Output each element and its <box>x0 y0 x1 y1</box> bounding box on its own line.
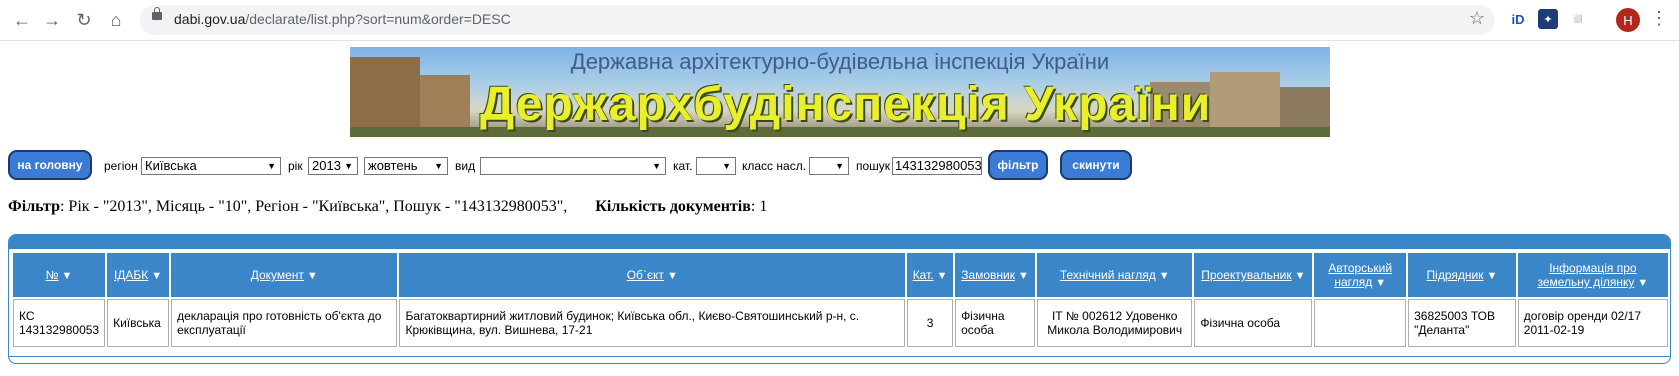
sort-arrow-icon: ▼ <box>1486 270 1498 282</box>
cell-idabk: Київська <box>107 299 170 347</box>
browser-menu-icon[interactable]: ⋮ <box>1650 8 1668 29</box>
cell-land-info: договір оренди 02/17 2011-02-19 <box>1517 299 1668 347</box>
address-bar[interactable]: dabi.gov.ua/declarate/list.php?sort=num&… <box>140 5 1495 35</box>
document-count-value: : 1 <box>750 198 768 215</box>
cell-num: КС 143132980053 <box>13 299 106 347</box>
sort-arrow-icon: ▼ <box>936 270 948 282</box>
filter-summary-text: : Рік - "2013", Місяць - "10", Регіон - … <box>59 198 568 215</box>
declarations-table-wrapper: № ▼ ІДАБК ▼ Документ ▼ Об`єкт ▼ Кат. ▼ Замовн… <box>8 234 1671 364</box>
browser-toolbar: ← → ↻ ⌂ dabi.gov.ua/declarate/list.php?s… <box>0 0 1679 41</box>
sort-arrow-icon: ▼ <box>306 270 318 282</box>
col-land-info[interactable]: Інформація про земельну ділянку ▼ <box>1517 253 1668 297</box>
cell-object: Багатоквартирний житловий будинок; Київс… <box>399 299 906 347</box>
col-category[interactable]: Кат. ▼ <box>907 253 954 297</box>
filter-summary-label: Фільтр <box>8 198 60 215</box>
year-label: рік <box>288 159 303 173</box>
filter-summary: Фільтр: Рік - "2013", Місяць - "10", Рег… <box>8 198 767 216</box>
chevron-down-icon: ▼ <box>267 161 276 171</box>
class-select[interactable]: ▼ <box>809 157 849 175</box>
sort-arrow-icon: ▼ <box>666 270 678 282</box>
month-select[interactable]: жовтень ▼ <box>364 157 448 175</box>
table-row: КС 143132980053 Київська декларація про … <box>13 299 1668 347</box>
col-idabk[interactable]: ІДАБК ▼ <box>107 253 170 297</box>
forward-icon[interactable]: → <box>40 8 64 32</box>
sort-arrow-icon: ▼ <box>1637 277 1649 289</box>
extension-id-icon[interactable]: iD <box>1508 9 1528 29</box>
table-header-row: № ▼ ІДАБК ▼ Документ ▼ Об`єкт ▼ Кат. ▼ Замовн… <box>13 253 1668 297</box>
year-select[interactable]: 2013 ▼ <box>308 157 358 175</box>
extension-puzzle-icon[interactable]: ✦ <box>1538 9 1558 29</box>
col-author-supervision[interactable]: Авторський нагляд ▼ <box>1314 253 1407 297</box>
sort-arrow-icon: ▼ <box>1018 270 1029 282</box>
document-count-label: Кількість документів <box>595 198 751 215</box>
bookmark-star-icon[interactable]: ☆ <box>1469 8 1485 29</box>
category-label: кат. <box>673 159 693 173</box>
chevron-down-icon: ▼ <box>722 161 731 171</box>
type-select[interactable]: ▼ <box>480 157 666 175</box>
banner-subtitle: Державна архітектурно-будівельна інспекц… <box>570 49 1110 74</box>
chevron-down-icon: ▼ <box>652 161 661 171</box>
col-document[interactable]: Документ ▼ <box>171 253 398 297</box>
class-label: класс насл. <box>742 159 807 173</box>
filter-button[interactable]: фільтр <box>988 150 1048 180</box>
cell-designer: Фізична особа <box>1194 299 1313 347</box>
chevron-down-icon: ▼ <box>344 161 353 171</box>
region-label: регіон <box>104 159 138 173</box>
sort-arrow-icon: ▼ <box>61 270 73 282</box>
sort-arrow-icon: ▼ <box>1294 270 1306 282</box>
region-select[interactable]: Київська ▼ <box>141 157 281 175</box>
search-input[interactable]: 143132980053 <box>892 157 982 175</box>
reload-icon[interactable]: ↻ <box>72 8 96 32</box>
cell-category: 3 <box>907 299 954 347</box>
cell-contractor: 36825003 ТОВ "Деланта" <box>1408 299 1516 347</box>
cell-tech-supervision: ІТ № 002612 Удовенко Микола Володимирови… <box>1037 299 1193 347</box>
extension-pocket-icon[interactable]: ◽ <box>1568 9 1588 29</box>
declarations-table: № ▼ ІДАБК ▼ Документ ▼ Об`єкт ▼ Кат. ▼ Замовн… <box>11 251 1670 349</box>
col-designer[interactable]: Проектувальник ▼ <box>1194 253 1313 297</box>
col-customer[interactable]: Замовник ▼ <box>955 253 1036 297</box>
banner-title: Держархбудінспекція України <box>480 78 1212 131</box>
site-banner: Державна архітектурно-будівельна інспекц… <box>350 47 1330 137</box>
sort-arrow-icon: ▼ <box>151 270 163 282</box>
category-select[interactable]: ▼ <box>696 157 736 175</box>
chevron-down-icon: ▼ <box>434 161 443 171</box>
url-text[interactable]: dabi.gov.ua/declarate/list.php?sort=num&… <box>174 11 511 27</box>
col-contractor[interactable]: Підрядник ▼ <box>1408 253 1516 297</box>
col-tech-supervision[interactable]: Технічний нагляд ▼ <box>1037 253 1193 297</box>
profile-avatar[interactable]: H <box>1616 8 1640 32</box>
sort-arrow-icon: ▼ <box>1158 270 1170 282</box>
sort-arrow-icon: ▼ <box>1375 277 1387 289</box>
lock-icon <box>152 7 162 20</box>
type-label: вид <box>455 159 476 173</box>
cell-author-supervision <box>1314 299 1407 347</box>
filter-bar: на головну регіон Київська ▼ рік 2013 ▼ жо… <box>8 150 1678 182</box>
back-icon[interactable]: ← <box>10 8 34 32</box>
chevron-down-icon: ▼ <box>835 161 844 171</box>
cell-document: декларація про готовність об'єкта до екс… <box>171 299 398 347</box>
reset-button[interactable]: скинути <box>1060 150 1132 180</box>
col-num[interactable]: № ▼ <box>13 253 106 297</box>
home-button[interactable]: на головну <box>8 150 92 180</box>
cell-customer: Фізична особа <box>955 299 1036 347</box>
search-label: пошук <box>856 159 891 173</box>
home-icon[interactable]: ⌂ <box>104 8 128 32</box>
col-object[interactable]: Об`єкт ▼ <box>399 253 906 297</box>
